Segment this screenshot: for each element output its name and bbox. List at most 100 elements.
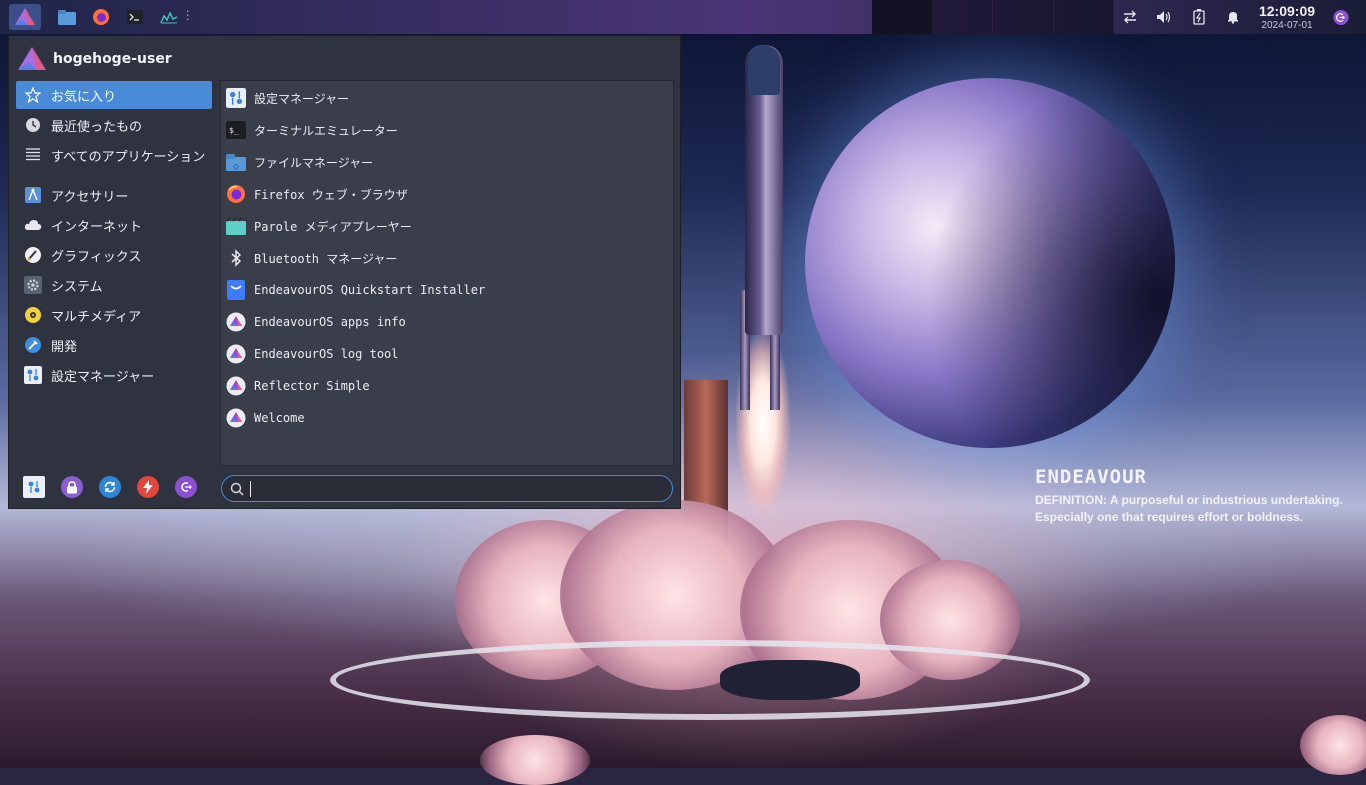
app-item-reflector-simple[interactable]: Reflector Simple bbox=[221, 370, 673, 402]
endeavouros-avatar-icon bbox=[18, 47, 46, 70]
svg-text:$_: $_ bbox=[229, 126, 239, 135]
category-all-applications[interactable]: すべてのアプリケーション bbox=[16, 141, 212, 169]
terminal-launcher[interactable] bbox=[125, 7, 145, 27]
category-label: 設定マネージャー bbox=[51, 369, 155, 385]
logout-icon bbox=[181, 482, 192, 492]
panel-separator-handle[interactable]: · · · bbox=[186, 6, 190, 25]
text-caret bbox=[250, 480, 251, 497]
notification-bell-icon[interactable] bbox=[1225, 9, 1241, 25]
category-label: グラフィックス bbox=[51, 249, 142, 265]
endeavouros-icon bbox=[226, 376, 246, 396]
workspace-4[interactable] bbox=[1053, 0, 1114, 34]
firefox-launcher[interactable] bbox=[91, 7, 111, 27]
user-name: hogehoge-user bbox=[53, 51, 172, 67]
category-development[interactable]: 開発 bbox=[16, 331, 212, 359]
workspace-2[interactable] bbox=[932, 0, 993, 34]
wallpaper-definition-line2: Especially one that requires effort or b… bbox=[1035, 510, 1304, 524]
graphics-icon bbox=[24, 246, 42, 264]
app-item-firefox[interactable]: Firefox ウェブ・ブラウザ bbox=[221, 178, 673, 210]
terminal-icon bbox=[127, 10, 143, 24]
switch-user-button[interactable] bbox=[99, 476, 121, 498]
endeavouros-icon bbox=[226, 344, 246, 364]
wallpaper-launch-pad-core bbox=[720, 660, 860, 700]
network-icon[interactable] bbox=[1122, 9, 1138, 25]
app-label: Parole メディアプレーヤー bbox=[254, 219, 412, 234]
category-system[interactable]: システム bbox=[16, 271, 212, 299]
menu-action-buttons bbox=[23, 476, 213, 502]
workspace-3[interactable] bbox=[993, 0, 1054, 34]
whisker-menu: hogehoge-user お気に入り 最近使ったもの すべてのアプリケーション… bbox=[8, 35, 681, 509]
application-list: 設定マネージャー $_ ターミナルエミュレーター ファイルマネージャー Fire… bbox=[220, 80, 674, 466]
battery-icon[interactable] bbox=[1191, 9, 1207, 25]
switch-user-icon bbox=[104, 481, 116, 493]
category-list: お気に入り 最近使ったもの すべてのアプリケーション アクセサリー インターネッ… bbox=[16, 81, 212, 391]
system-gear-icon bbox=[24, 276, 42, 294]
clock-date: 2024-07-01 bbox=[1261, 20, 1313, 31]
app-item-parole[interactable]: Parole メディアプレーヤー bbox=[221, 210, 673, 242]
clock-icon bbox=[24, 116, 42, 134]
file-manager-launcher[interactable] bbox=[57, 7, 77, 27]
app-item-terminal[interactable]: $_ ターミナルエミュレーター bbox=[221, 114, 673, 146]
app-label: ファイルマネージャー bbox=[254, 155, 374, 170]
panel-clock[interactable]: 12:09:09 2024-07-01 bbox=[1256, 2, 1318, 32]
volume-icon[interactable] bbox=[1156, 9, 1172, 25]
category-label: マルチメディア bbox=[51, 309, 142, 325]
logout-icon[interactable] bbox=[1333, 9, 1349, 25]
workspace-1[interactable] bbox=[872, 0, 933, 34]
folder-icon bbox=[226, 152, 246, 172]
category-accessories[interactable]: アクセサリー bbox=[16, 181, 212, 209]
wallpaper-cloud bbox=[480, 735, 590, 785]
multimedia-icon bbox=[24, 306, 42, 324]
category-label: お気に入り bbox=[51, 89, 117, 105]
search-input[interactable] bbox=[257, 480, 672, 497]
cloud-icon bbox=[24, 216, 42, 234]
category-label: すべてのアプリケーション bbox=[51, 149, 206, 165]
settings-button[interactable] bbox=[23, 476, 45, 498]
search-bar[interactable] bbox=[221, 475, 673, 502]
app-label: EndeavourOS log tool bbox=[254, 347, 399, 361]
parole-icon bbox=[226, 216, 246, 236]
category-graphics[interactable]: グラフィックス bbox=[16, 241, 212, 269]
category-favorites[interactable]: お気に入り bbox=[16, 81, 212, 109]
category-label: システム bbox=[51, 279, 103, 295]
category-multimedia[interactable]: マルチメディア bbox=[16, 301, 212, 329]
firefox-icon bbox=[93, 9, 109, 25]
settings-icon bbox=[24, 366, 42, 384]
category-internet[interactable]: インターネット bbox=[16, 211, 212, 239]
app-item-apps-info[interactable]: EndeavourOS apps info bbox=[221, 306, 673, 338]
category-label: インターネット bbox=[51, 219, 143, 235]
firefox-icon bbox=[226, 184, 246, 204]
user-header: hogehoge-user bbox=[17, 44, 172, 74]
app-item-quickstart-installer[interactable]: EndeavourOS Quickstart Installer bbox=[221, 274, 673, 306]
clock-time: 12:09:09 bbox=[1258, 3, 1316, 19]
accessories-icon bbox=[24, 186, 42, 204]
category-label: アクセサリー bbox=[51, 189, 129, 205]
app-item-welcome[interactable]: Welcome bbox=[221, 402, 673, 434]
system-monitor-icon bbox=[160, 11, 178, 24]
app-item-bluetooth[interactable]: Bluetooth マネージャー bbox=[221, 242, 673, 274]
logout-button[interactable] bbox=[175, 476, 197, 498]
endeavouros-icon bbox=[226, 312, 246, 332]
workspace-switcher[interactable] bbox=[872, 0, 1114, 34]
endeavouros-logo-icon bbox=[15, 8, 35, 25]
power-button[interactable] bbox=[137, 476, 159, 498]
app-label: Welcome bbox=[254, 411, 305, 425]
category-separator bbox=[16, 171, 212, 181]
lock-screen-button[interactable] bbox=[61, 476, 83, 498]
app-item-settings-manager[interactable]: 設定マネージャー bbox=[221, 82, 673, 114]
category-label: 最近使ったもの bbox=[51, 119, 143, 135]
bluetooth-icon bbox=[226, 248, 246, 268]
quickstart-icon bbox=[226, 280, 246, 300]
file-manager-icon bbox=[58, 9, 76, 25]
applications-menu-button[interactable] bbox=[9, 4, 41, 30]
category-settings[interactable]: 設定マネージャー bbox=[16, 361, 212, 389]
app-label: 設定マネージャー bbox=[254, 91, 350, 106]
app-item-file-manager[interactable]: ファイルマネージャー bbox=[221, 146, 673, 178]
category-recent[interactable]: 最近使ったもの bbox=[16, 111, 212, 139]
app-item-log-tool[interactable]: EndeavourOS log tool bbox=[221, 338, 673, 370]
system-monitor-launcher[interactable] bbox=[159, 7, 179, 27]
app-label: Reflector Simple bbox=[254, 379, 370, 393]
wallpaper-launch-pad bbox=[330, 640, 1090, 720]
wallpaper-definition-line1: DEFINITION: A purposeful or industrious … bbox=[1035, 493, 1343, 507]
app-label: Firefox ウェブ・ブラウザ bbox=[254, 187, 408, 202]
